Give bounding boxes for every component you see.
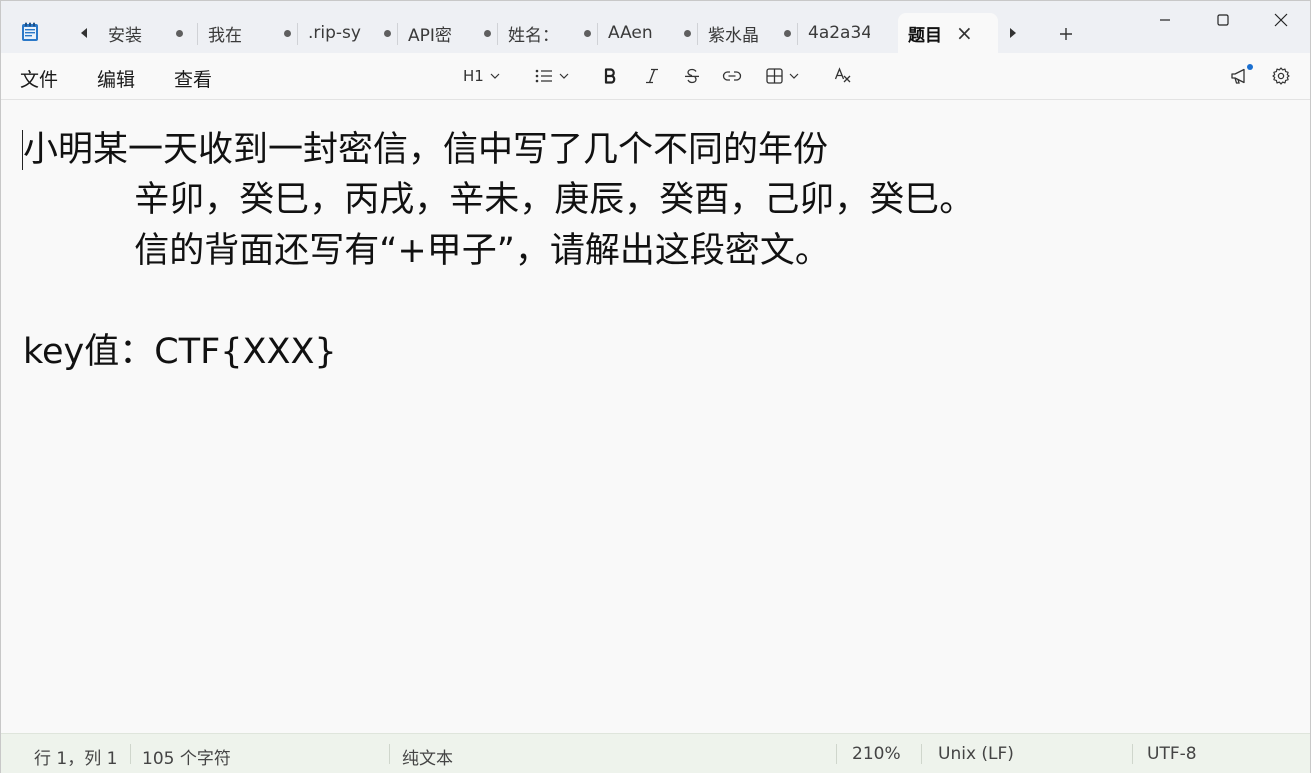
status-bar: 行 1，列 1 105 个字符 纯文本 210% Unix (LF) UTF-8 bbox=[1, 733, 1310, 773]
caret-left-icon bbox=[81, 28, 87, 38]
cursor-position: 行 1，列 1 bbox=[34, 749, 118, 769]
tab-item[interactable]: 紫水晶 bbox=[698, 13, 798, 53]
unsaved-dot-icon bbox=[484, 29, 491, 37]
strikethrough-button[interactable] bbox=[684, 65, 700, 87]
minimize-button[interactable] bbox=[1136, 1, 1194, 39]
bold-icon bbox=[604, 68, 616, 84]
title-bar: 安装 我在 .rip-sy API密 姓名： AAen 紫水晶 4a2a34 题… bbox=[1, 1, 1310, 53]
tab-item[interactable]: .rip-sy bbox=[298, 13, 398, 53]
tab-label: 姓名： bbox=[508, 25, 559, 46]
link-button[interactable] bbox=[722, 65, 742, 87]
plus-icon bbox=[1060, 28, 1072, 40]
link-icon bbox=[722, 71, 742, 81]
whats-new-button[interactable] bbox=[1230, 64, 1253, 87]
line-ending[interactable]: Unix (LF) bbox=[938, 744, 1014, 764]
menu-edit[interactable]: 编辑 bbox=[97, 65, 135, 92]
tab-label: 题目 bbox=[908, 25, 942, 46]
editor-line: 辛卯，癸巳，丙戌，辛未，庚辰，癸酉，己卯，癸巳。 bbox=[23, 180, 975, 220]
tab-item[interactable]: 4a2a34de5 bbox=[798, 13, 898, 53]
tab-label: .rip-sy bbox=[308, 23, 361, 43]
close-tab-icon[interactable]: × bbox=[956, 23, 973, 43]
tab-strip: 安装 我在 .rip-sy API密 姓名： AAen 紫水晶 4a2a34 题… bbox=[98, 13, 998, 53]
bulleted-list-icon bbox=[535, 69, 552, 83]
tab-item-active[interactable]: 题目 × bbox=[898, 13, 998, 53]
new-tab-button[interactable] bbox=[1055, 23, 1077, 45]
notepad-app-icon bbox=[22, 22, 38, 41]
italic-button[interactable] bbox=[645, 65, 659, 87]
notification-dot-icon bbox=[1247, 64, 1253, 70]
minimize-icon bbox=[1160, 19, 1170, 21]
menu-view[interactable]: 查看 bbox=[174, 65, 212, 92]
tab-item[interactable]: 安装 bbox=[98, 13, 198, 53]
chevron-down-icon bbox=[490, 73, 500, 79]
close-window-button[interactable] bbox=[1252, 1, 1310, 39]
list-dropdown[interactable] bbox=[535, 65, 569, 87]
editor-line: key值：CTF{XXX} bbox=[23, 332, 337, 372]
bold-button[interactable] bbox=[603, 65, 617, 87]
unsaved-dot-icon bbox=[584, 29, 591, 37]
clear-formatting-icon bbox=[834, 67, 851, 83]
maximize-button[interactable] bbox=[1194, 1, 1252, 39]
clear-formatting-button[interactable] bbox=[834, 65, 852, 87]
tab-item[interactable]: AAen bbox=[598, 13, 698, 53]
unsaved-dot-icon bbox=[784, 29, 791, 37]
chevron-down-icon bbox=[789, 73, 799, 79]
tab-label: API密 bbox=[408, 25, 452, 46]
megaphone-icon bbox=[1231, 68, 1245, 84]
tab-item[interactable]: API密 bbox=[398, 13, 498, 53]
tab-label: 安装 bbox=[108, 25, 142, 46]
unsaved-dot-icon bbox=[176, 29, 183, 37]
window-controls bbox=[1136, 1, 1310, 39]
menu-bar: 文件 编辑 查看 H1 bbox=[1, 53, 1310, 100]
character-count: 105 个字符 bbox=[142, 749, 231, 769]
text-format[interactable]: 纯文本 bbox=[402, 744, 453, 769]
settings-button[interactable] bbox=[1272, 65, 1290, 87]
tab-item[interactable]: 姓名： bbox=[498, 13, 598, 53]
heading-dropdown[interactable]: H1 bbox=[463, 65, 500, 87]
strikethrough-icon bbox=[685, 68, 699, 84]
encoding[interactable]: UTF-8 bbox=[1147, 744, 1197, 764]
gear-icon bbox=[1272, 67, 1290, 85]
tab-label: 紫水晶 bbox=[708, 25, 759, 46]
unsaved-dot-icon bbox=[384, 29, 391, 37]
tab-label: 我在 bbox=[208, 25, 242, 46]
menu-file[interactable]: 文件 bbox=[20, 65, 58, 92]
unsaved-dot-icon bbox=[284, 29, 291, 37]
tab-label: AAen bbox=[608, 23, 653, 43]
chevron-down-icon bbox=[559, 73, 569, 79]
tab-item[interactable]: 我在 bbox=[198, 13, 298, 53]
caret-right-icon bbox=[1010, 28, 1016, 38]
table-dropdown[interactable] bbox=[766, 65, 799, 87]
tab-scroll-left-button[interactable] bbox=[74, 23, 94, 43]
tab-scroll-right-button[interactable] bbox=[1003, 23, 1023, 43]
close-icon bbox=[1274, 13, 1288, 27]
zoom-level[interactable]: 210% bbox=[852, 744, 901, 764]
notepad-window: 安装 我在 .rip-sy API密 姓名： AAen 紫水晶 4a2a34 题… bbox=[0, 0, 1311, 773]
tab-label: 4a2a34de5 bbox=[808, 23, 870, 43]
heading-label: H1 bbox=[463, 67, 484, 85]
unsaved-dot-icon bbox=[684, 29, 691, 37]
text-editor[interactable]: 小明某一天收到一封密信，信中写了几个不同的年份 辛卯，癸巳，丙戌，辛未，庚辰，癸… bbox=[1, 100, 1310, 733]
maximize-icon bbox=[1217, 14, 1229, 26]
italic-icon bbox=[646, 68, 658, 84]
table-icon bbox=[766, 68, 783, 84]
editor-line: 小明某一天收到一封密信，信中写了几个不同的年份 bbox=[23, 130, 829, 170]
editor-line: 信的背面还写有“+甲子”，请解出这段密文。 bbox=[23, 231, 830, 271]
